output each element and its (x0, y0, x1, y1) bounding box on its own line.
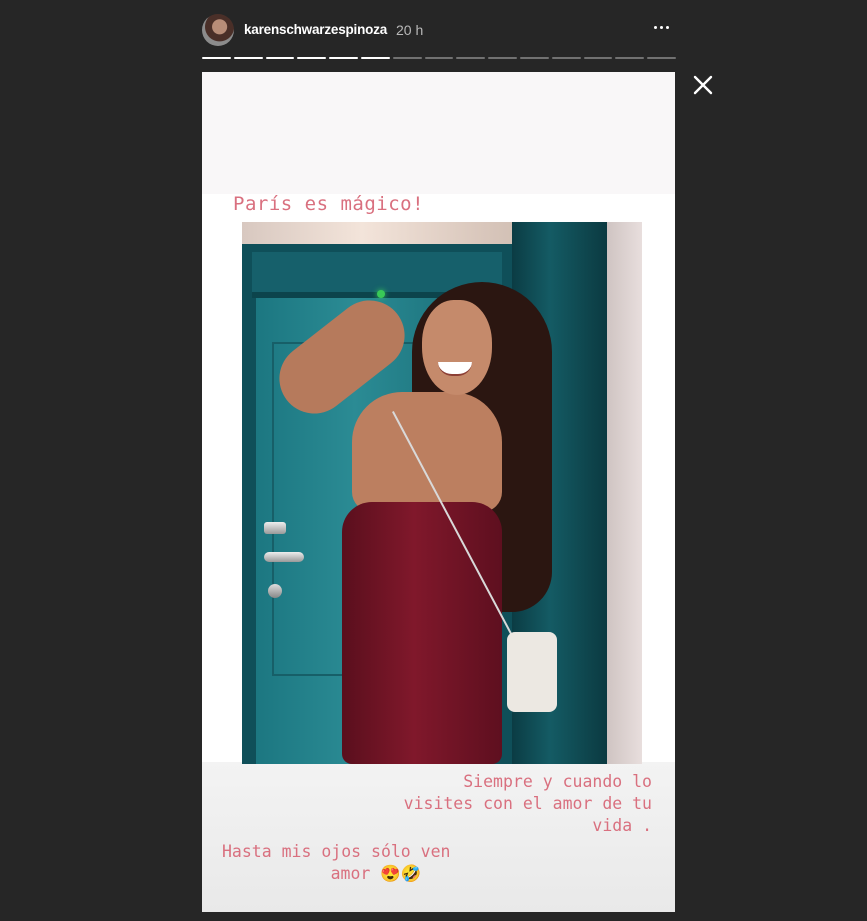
progress-segment (329, 57, 358, 59)
close-icon[interactable] (690, 72, 716, 98)
story-photo (242, 222, 642, 764)
story-progress-bar (202, 57, 676, 59)
top-background (202, 72, 675, 194)
progress-segment (615, 57, 645, 59)
story-media[interactable]: París es mágico! Siempre y cuando lo vis… (202, 72, 675, 912)
story-viewer: karenschwarzespinoza 20 h París es mágic… (0, 0, 867, 921)
progress-segment (456, 57, 486, 59)
progress-segment (233, 57, 263, 59)
progress-segment (202, 57, 231, 59)
avatar[interactable] (202, 14, 234, 46)
progress-segment (647, 57, 676, 59)
progress-segment (551, 57, 581, 59)
progress-segment (424, 57, 454, 59)
progress-segment (392, 57, 422, 59)
story-header: karenschwarzespinoza 20 h (202, 14, 676, 48)
progress-segment (360, 57, 390, 59)
progress-segment (488, 57, 517, 59)
username[interactable]: karenschwarzespinoza (244, 22, 387, 37)
caption-text-1: Siempre y cuando lo visites con el amor … (403, 772, 652, 835)
caption-text-2: Hasta mis ojos sólo ven amor 😍🤣 (222, 842, 451, 883)
timestamp: 20 h (396, 22, 424, 38)
caption-title: París es mágico! (233, 193, 425, 215)
progress-segment (265, 57, 295, 59)
more-options-icon[interactable] (650, 16, 672, 38)
progress-segment (583, 57, 613, 59)
progress-segment (297, 57, 327, 59)
progress-segment (519, 57, 549, 59)
